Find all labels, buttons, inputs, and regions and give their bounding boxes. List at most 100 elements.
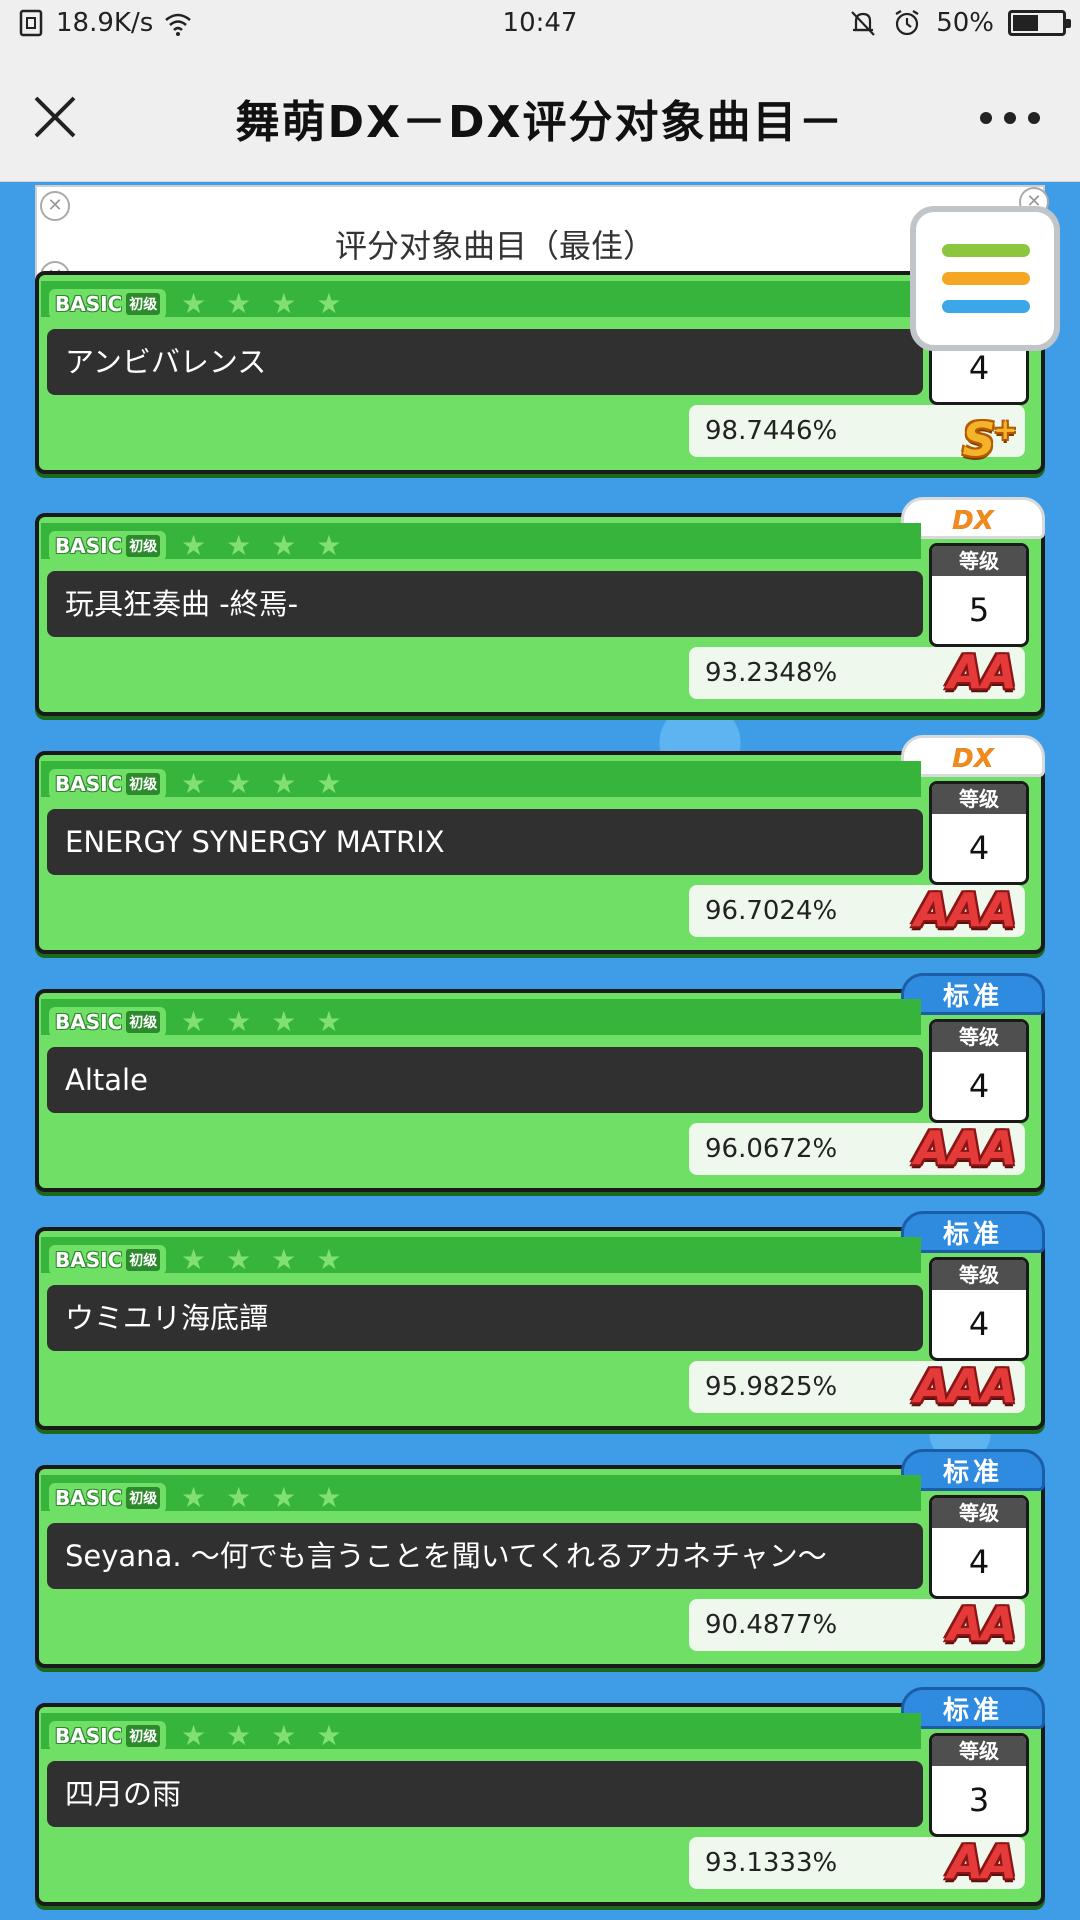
star-icon: ★ [226,1481,252,1514]
song-card[interactable]: 标准 BASIC 初级 ★ ★ ★ ★ Seyana. ～何でも言うことを聞いて… [35,1449,1045,1668]
star-icon: ★ [181,529,207,562]
score-box: 93.2348% AA [689,645,1025,699]
chart-type-badge: 标准 [901,973,1045,1015]
level-label: 等级 [932,784,1026,814]
score-box: 98.7446% S+ [689,405,1025,466]
rank-icon: AA [947,645,1017,699]
star-icon: ★ [226,529,252,562]
song-title: アンビバレンス [47,329,923,395]
chart-type-badge: 标准 [901,1687,1045,1729]
achievement-score: 95.9825% [705,1372,838,1402]
difficulty-badge: BASIC 初级 [49,531,167,561]
song-card[interactable]: 标准 BASIC 初级 ★ ★ ★ ★ 四月の雨 等级 3 93.1333% A… [35,1687,1045,1906]
song-title: Seyana. ～何でも言うことを聞いてくれるアカネチャン～ [47,1523,923,1589]
song-card[interactable]: 标准 BASIC 初级 ★ ★ ★ ★ ウミユリ海底譚 等级 4 95.9825… [35,1211,1045,1430]
level-value: 4 [968,1305,990,1343]
star-icon: ★ [271,1481,297,1514]
chart-type-badge: DX [901,735,1045,777]
level-box: 等级 4 [929,1257,1029,1361]
rank-icon: AAA [914,1121,1017,1175]
star-icon: ★ [271,767,297,800]
difficulty-label-cn: 初级 [126,1011,161,1033]
difficulty-badge: BASIC 初级 [49,1721,167,1751]
menu-bar-orange [942,272,1030,285]
content-area[interactable]: ✕ ✕ ✕ 评分对象曲目（最佳） BASIC 初级 ★ ★ ★ ★ アンビバレン… [0,183,1080,1920]
more-options-icon[interactable] [980,108,1040,128]
level-box: 等级 3 [929,1733,1029,1837]
close-icon[interactable] [30,92,80,142]
dismiss-icon[interactable]: ✕ [40,191,70,221]
star-icon: ★ [181,1481,207,1514]
difficulty-strip: BASIC 初级 ★ ★ ★ ★ [41,1713,921,1752]
stars: ★ ★ ★ ★ [181,1719,341,1753]
achievement-score: 90.4877% [705,1610,838,1640]
chart-type-badge: 标准 [901,1211,1045,1253]
star-icon: ★ [181,287,207,320]
song-title: ENERGY SYNERGY MATRIX [47,809,923,875]
difficulty-strip: BASIC 初级 ★ ★ ★ ★ [41,1475,921,1514]
level-value: 5 [968,591,990,629]
song-card[interactable]: 标准 BASIC 初级 ★ ★ ★ ★ Altale 等级 4 96.0672%… [35,973,1045,1192]
stars: ★ ★ ★ ★ [181,1481,341,1515]
menu-button[interactable] [910,206,1060,351]
section-title: 评分对象曲目（最佳） [334,227,655,265]
star-icon: ★ [181,1719,207,1752]
achievement-score: 98.7446% [705,416,838,446]
star-icon: ★ [226,1005,252,1038]
page-title: 舞萌DX－DX评分对象曲目－ [235,97,845,148]
rank-icon: AA [947,1597,1017,1651]
level-box: 等级 4 [929,1495,1029,1599]
level-value: 4 [968,1067,990,1105]
level-label: 等级 [932,546,1026,576]
level-value: 4 [968,829,990,867]
stars: ★ ★ ★ ★ [181,1005,341,1039]
song-title: ウミユリ海底譚 [47,1285,923,1351]
song-card[interactable]: BASIC 初级 ★ ★ ★ ★ アンビバレンス 等级 4 98.7446% S… [35,271,1045,474]
stars: ★ ★ ★ ★ [181,287,341,321]
star-icon: ★ [181,767,207,800]
achievement-score: 96.7024% [705,896,838,926]
rank-icon: AAA [914,883,1017,937]
stars: ★ ★ ★ ★ [181,529,341,563]
song-title: 四月の雨 [47,1761,923,1827]
achievement-score: 93.2348% [705,658,838,688]
stars: ★ ★ ★ ★ [181,767,341,801]
level-label: 等级 [932,1022,1026,1052]
difficulty-strip: BASIC 初级 ★ ★ ★ ★ [41,1237,921,1276]
difficulty-strip: BASIC 初级 ★ ★ ★ ★ [41,999,921,1038]
level-value: 3 [968,1781,990,1819]
level-label: 等级 [932,1498,1026,1528]
difficulty-badge: BASIC 初级 [49,1007,167,1037]
star-icon: ★ [226,1719,252,1752]
star-icon: ★ [316,767,342,800]
star-icon: ★ [316,1719,342,1752]
song-card[interactable]: DX BASIC 初级 ★ ★ ★ ★ 玩具狂奏曲 -終焉- 等级 5 93.2… [35,497,1045,716]
star-icon: ★ [316,529,342,562]
achievement-score: 96.0672% [705,1134,838,1164]
difficulty-label: BASIC [55,1486,123,1510]
alarm-clock-icon [895,10,919,36]
level-box: 等级 5 [929,543,1029,647]
menu-bar-blue [942,300,1030,313]
difficulty-strip: BASIC 初级 ★ ★ ★ ★ [41,761,921,800]
stars: ★ ★ ★ ★ [181,1243,341,1277]
star-icon: ★ [271,1243,297,1276]
status-bar: 18.9K/s 10:47 50% [0,0,1080,50]
level-label: 等级 [932,1736,1026,1766]
difficulty-label-cn: 初级 [126,1249,161,1271]
score-box: 96.7024% AAA [689,883,1025,937]
difficulty-label: BASIC [55,772,123,796]
achievement-score: 93.1333% [705,1848,838,1878]
star-icon: ★ [316,1243,342,1276]
level-box: 等级 4 [929,1019,1029,1123]
song-card[interactable]: DX BASIC 初级 ★ ★ ★ ★ ENERGY SYNERGY MATRI… [35,735,1045,954]
difficulty-label: BASIC [55,534,123,558]
star-icon: ★ [181,1243,207,1276]
menu-bar-green [942,244,1030,257]
difficulty-label: BASIC [55,1248,123,1272]
song-title: 玩具狂奏曲 -終焉- [47,571,923,637]
score-box: 93.1333% AA [689,1835,1025,1889]
difficulty-label-cn: 初级 [126,1725,161,1747]
bell-muted-icon [851,11,875,36]
difficulty-label: BASIC [55,1010,123,1034]
